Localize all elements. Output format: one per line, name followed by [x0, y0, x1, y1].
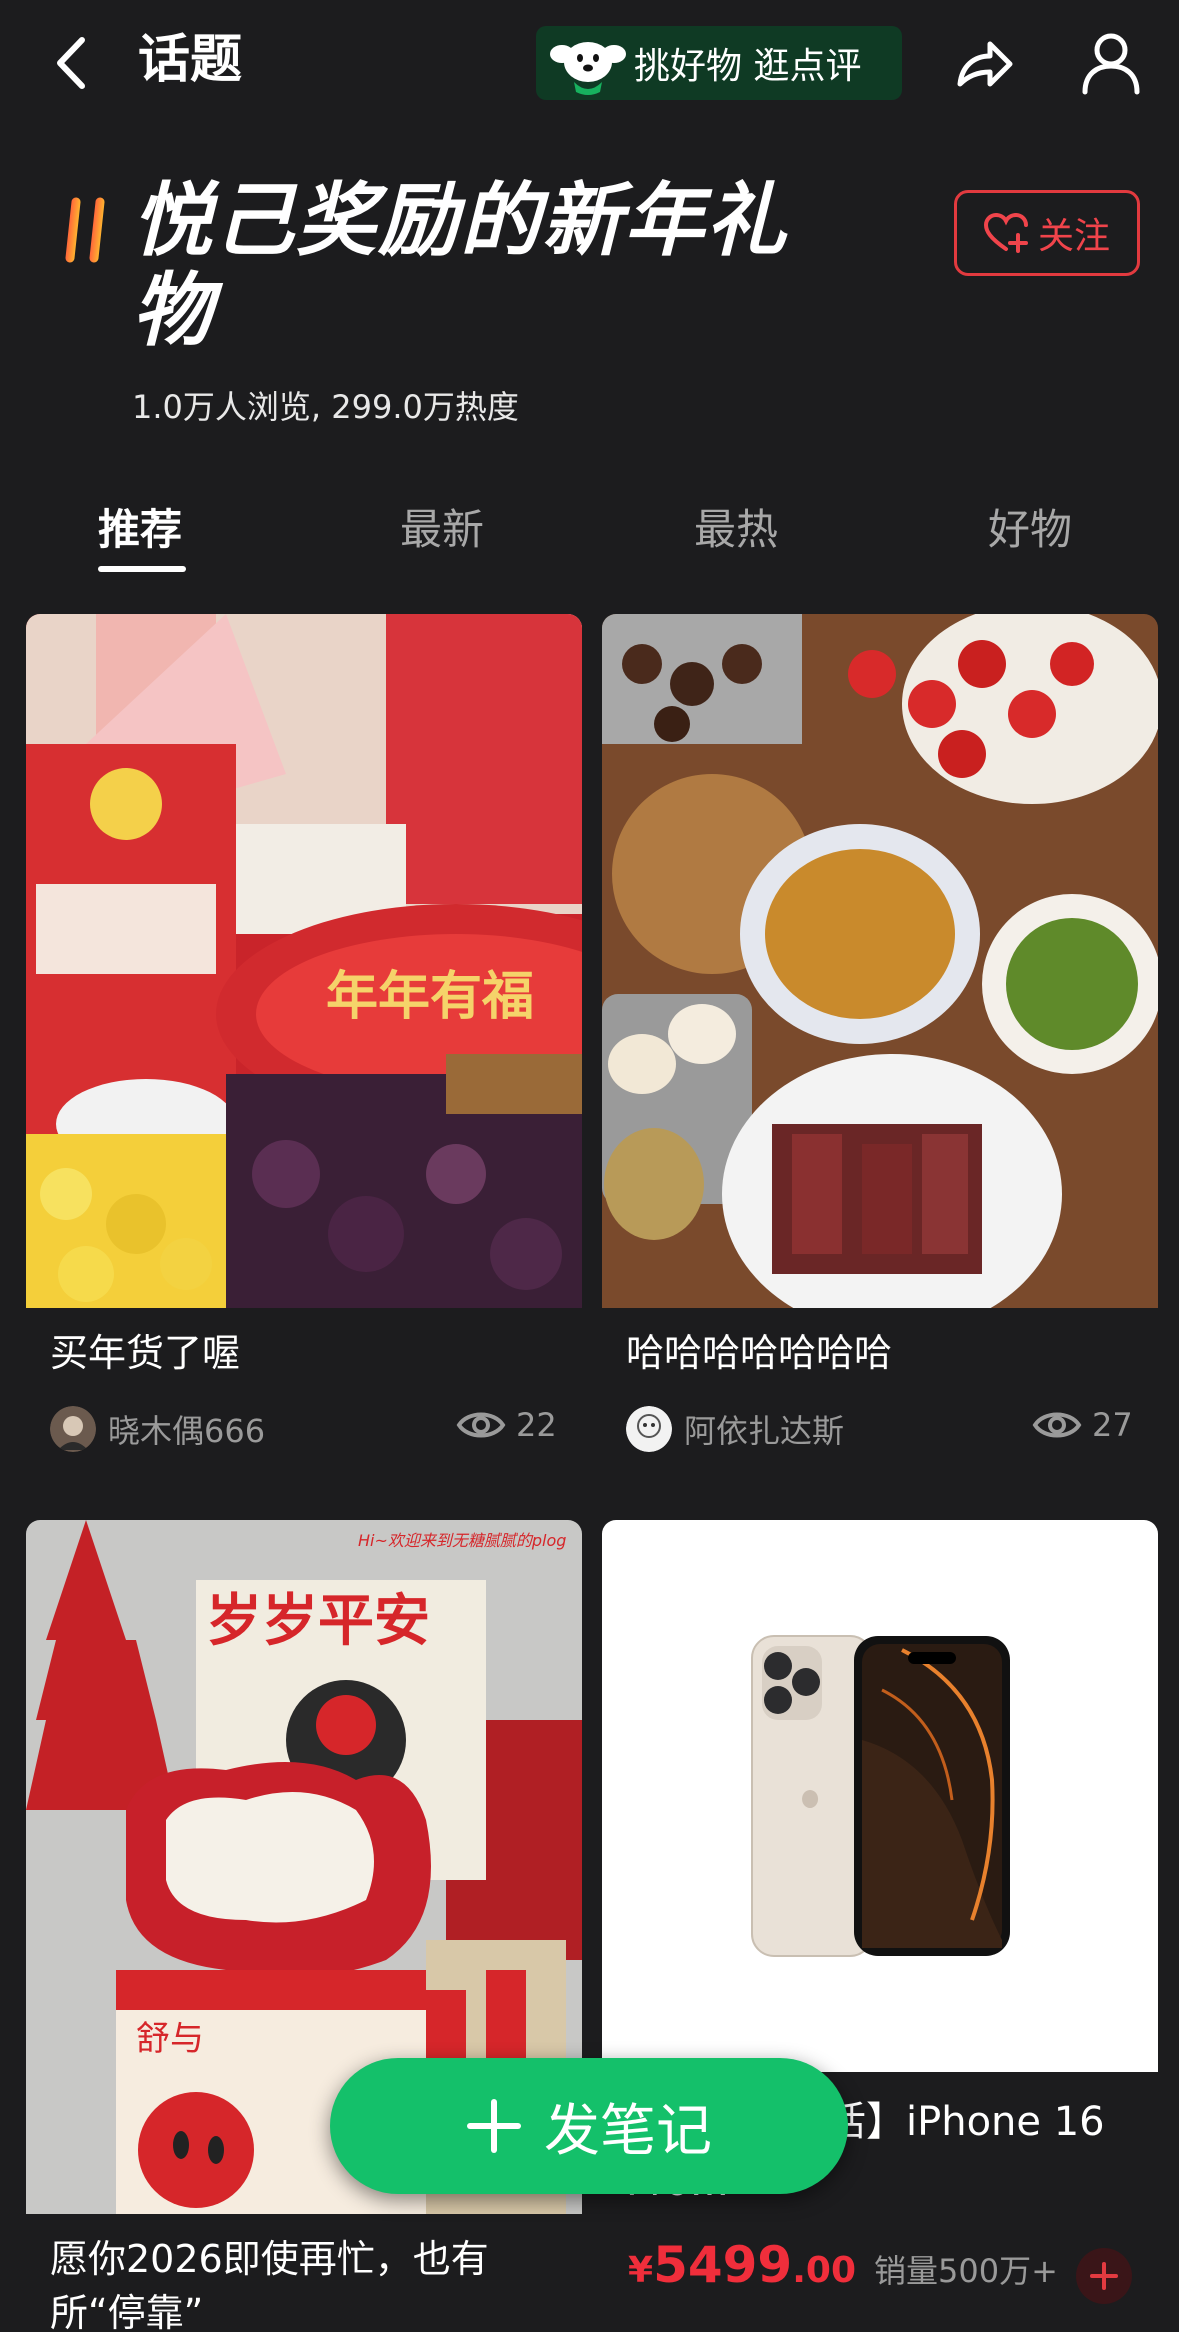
- tab-hottest[interactable]: 最热: [694, 490, 778, 570]
- avatar: [626, 1406, 672, 1452]
- plus-icon: [1090, 2262, 1118, 2290]
- avatar: [50, 1406, 96, 1452]
- page-title: 话题: [138, 30, 243, 90]
- follow-button[interactable]: 关注: [954, 190, 1140, 276]
- product-price: ¥ 5499 .00 销量500万+: [628, 2236, 1058, 2294]
- share-button[interactable]: [952, 32, 1016, 96]
- view-number: 22: [516, 1406, 557, 1444]
- note-card[interactable]: 岁岁平安 Hi~欢迎来到无糖腻腻的plog 舒与 愿你2026即使再忙，也有所“…: [26, 1520, 582, 2332]
- author-name: 阿依扎达斯: [684, 1412, 845, 1450]
- eye-icon: [456, 1412, 506, 1438]
- promo-banner[interactable]: 挑好物 逛点评: [536, 26, 902, 100]
- note-image-dinner: [602, 614, 1158, 1308]
- tab-bar: 推荐 最新 最热 好物: [0, 490, 1179, 570]
- user-icon: [1082, 33, 1140, 95]
- follow-label: 关注: [1037, 216, 1110, 257]
- hashtag-icon: [51, 196, 120, 264]
- box-title-text: 岁岁平安: [206, 1589, 430, 1654]
- topic-title: 悦己奖励的新年礼物: [132, 174, 788, 357]
- chevron-left-icon: [57, 37, 85, 89]
- price-decimal: .00: [792, 2250, 857, 2291]
- note-title: 买年货了喔: [50, 1331, 241, 1375]
- note-author[interactable]: 晓木偶666: [50, 1406, 265, 1452]
- heart-plus-icon: [983, 213, 1028, 253]
- note-card[interactable]: 哈哈哈哈哈哈哈 阿依扎达斯 27: [602, 614, 1158, 1454]
- price-integer: 5499: [653, 2236, 793, 2294]
- note-image-candy: 年年有福: [26, 614, 582, 1308]
- product-card[interactable]: 【需签收激活】iPhone 16 Pro…: [602, 1520, 1158, 2332]
- note-title: 哈哈哈哈哈哈哈: [626, 1331, 893, 1375]
- topic-stats: 1.0万人浏览, 299.0万热度: [132, 388, 519, 426]
- product-image-phone: [602, 1520, 1158, 2072]
- banner-text: 年年有福: [326, 966, 534, 1027]
- author-name: 晓木偶666: [108, 1412, 266, 1450]
- tab-latest[interactable]: 最新: [400, 490, 484, 570]
- view-number: 27: [1092, 1406, 1133, 1444]
- dog-mascot-icon: [546, 26, 630, 100]
- tab-goods[interactable]: 好物: [988, 490, 1072, 570]
- view-count: 27: [1032, 1406, 1133, 1444]
- price-symbol: ¥: [628, 2250, 654, 2291]
- post-note-button[interactable]: 发笔记: [330, 2058, 848, 2194]
- top-bar: 话题 挑好物 逛点评: [0, 0, 1179, 130]
- view-count: 22: [456, 1406, 557, 1444]
- share-icon: [957, 41, 1013, 87]
- plus-icon: [467, 2099, 521, 2153]
- note-title: 愿你2026即使再忙，也有所“停靠”: [50, 2237, 489, 2332]
- profile-button[interactable]: [1080, 30, 1142, 96]
- active-tab-indicator: [98, 566, 186, 572]
- sales-count: 销量500万+: [874, 2252, 1058, 2290]
- note-author[interactable]: 阿依扎达斯: [626, 1406, 844, 1452]
- promo-text: 挑好物 逛点评: [634, 46, 862, 87]
- eye-icon: [1032, 1412, 1082, 1438]
- back-button[interactable]: [48, 30, 98, 96]
- overlay-caption: Hi~欢迎来到无糖腻腻的plog: [358, 1531, 566, 1550]
- note-card[interactable]: 年年有福 买年货了喔 晓木偶666 22: [26, 614, 582, 1454]
- post-note-label: 发笔记: [544, 2098, 712, 2164]
- box-brand-text: 舒与: [136, 2019, 204, 2059]
- tab-recommend[interactable]: 推荐: [98, 490, 182, 570]
- add-to-cart-button[interactable]: [1076, 2248, 1132, 2304]
